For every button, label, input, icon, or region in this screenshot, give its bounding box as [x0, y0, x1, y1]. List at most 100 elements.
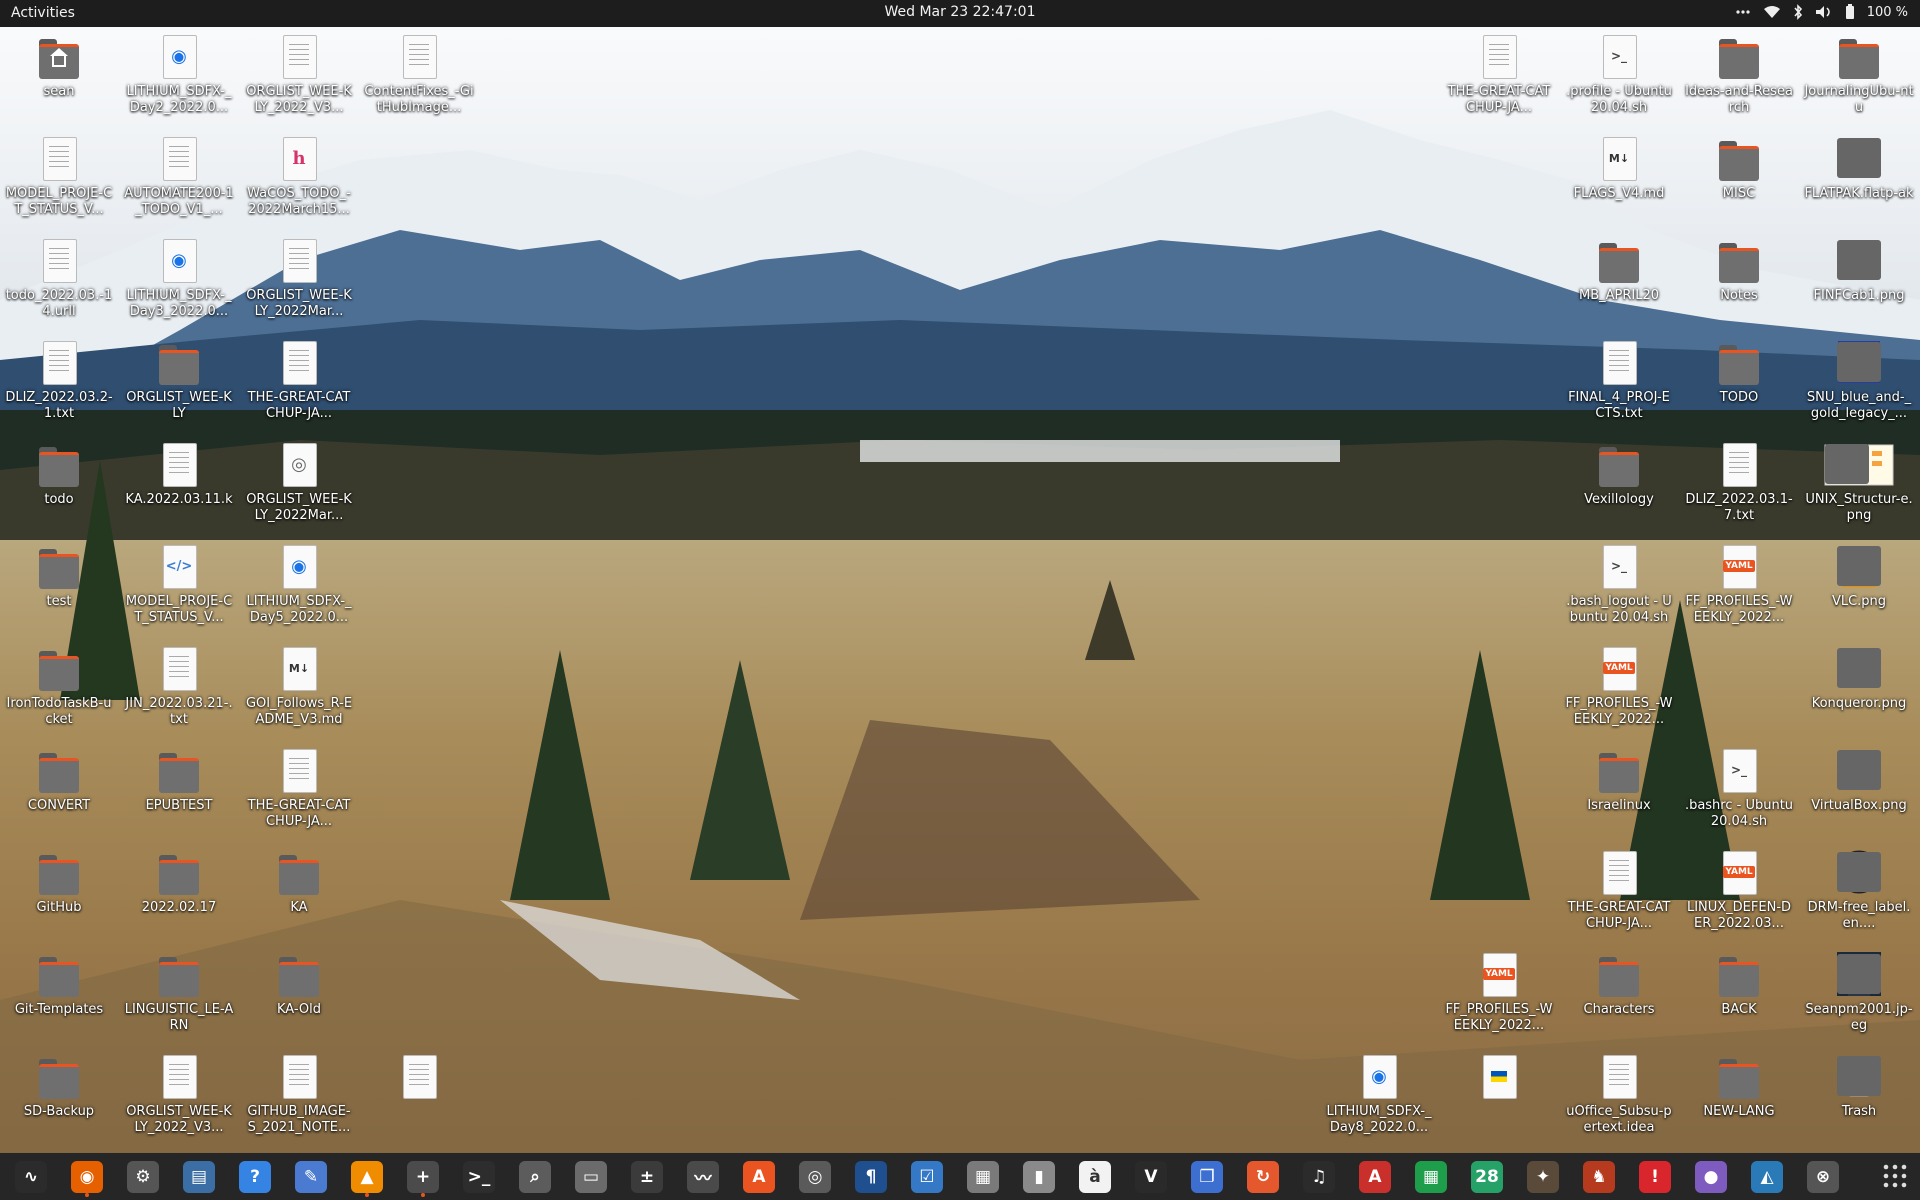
dock-app-file-manager-add[interactable]: + [400, 1157, 446, 1197]
desktop-item[interactable]: UNIX_Structur-e.png [1802, 441, 1916, 524]
desktop-item[interactable]: THE-GREAT-CATCHUP-JA... [242, 747, 356, 830]
dock-app-updater[interactable]: ↻ [1240, 1157, 1286, 1197]
desktop-item[interactable]: THE-GREAT-CATCHUP-JA... [242, 339, 356, 422]
desktop-item[interactable]: YAML LINUX_DEFEN-DER_2022.03... [1682, 849, 1796, 932]
desktop-item[interactable]: todo_2022.03.-14.urll [2, 237, 116, 320]
dock-app-system-monitor[interactable]: ∿ [8, 1157, 54, 1197]
desktop-item[interactable]: TODO [1682, 339, 1796, 406]
dock-app-terminal[interactable]: >_ [456, 1157, 502, 1197]
desktop-item[interactable]: </> MODEL_PROJE-CT_STATUS_V... [122, 543, 236, 626]
dock-app-calendar[interactable]: 28 [1464, 1157, 1510, 1197]
dock-app-spreadsheet[interactable]: ▦ [1408, 1157, 1454, 1197]
dock-app-vlc[interactable]: ▲ [344, 1157, 390, 1197]
desktop-item[interactable]: sean [2, 33, 116, 100]
dock-app-vim[interactable]: V [1128, 1157, 1174, 1197]
desktop-item[interactable]: JournalingUbu-ntu [1802, 33, 1916, 116]
dock-app-text-editor[interactable]: ✎ [288, 1157, 334, 1197]
desktop-item[interactable] [362, 1053, 476, 1104]
desktop-item[interactable]: ContentFixes_-GitHubImage... [362, 33, 476, 116]
bluetooth-icon[interactable] [1793, 4, 1803, 20]
desktop-item[interactable]: Git-Templates [2, 951, 116, 1018]
desktop-item[interactable]: YAML FF_PROFILES_-WEEKLY_2022... [1682, 543, 1796, 626]
desktop-item[interactable] [1442, 1053, 1556, 1104]
desktop-item[interactable]: FLATPAK.flatp-ak [1802, 135, 1916, 202]
desktop-item[interactable]: ♻ Trash [1802, 1053, 1916, 1120]
desktop-item[interactable]: Konqueror.png [1802, 645, 1916, 712]
desktop-item[interactable]: ◎ ORGLIST_WEE-KLY_2022Mar... [242, 441, 356, 524]
desktop-item[interactable]: KA-Old [242, 951, 356, 1018]
desktop-item[interactable]: >_ .bash_logout - Ubuntu 20.04.sh [1562, 543, 1676, 626]
desktop-item[interactable]: >_ .profile - Ubuntu 20.04.sh [1562, 33, 1676, 116]
desktop-item[interactable]: Israelinux [1562, 747, 1676, 814]
desktop-item[interactable]: ORGLIST_WEE-KLY_2022Mar... [242, 237, 356, 320]
system-tray[interactable]: 100 % [1735, 4, 1908, 20]
desktop-item[interactable]: GITHUB_IMAGE-S_2021_NOTE... [242, 1053, 356, 1136]
dock-app-game[interactable]: ♞ [1576, 1157, 1622, 1197]
desktop-item[interactable]: KA [242, 849, 356, 916]
desktop-item[interactable]: DRM FREE DRM-free_label.en.... [1802, 849, 1916, 932]
dock-app-calculator[interactable]: ± [624, 1157, 670, 1197]
desktop-item[interactable]: THE-GREAT-CATCHUP-JA... [1442, 33, 1556, 116]
dock-app-archive[interactable]: ▮ [1016, 1157, 1062, 1197]
desktop-item[interactable]: test [2, 543, 116, 610]
volume-icon[interactable] [1815, 5, 1833, 19]
desktop-item[interactable]: ORGLIST_WEE-KLY [122, 339, 236, 422]
dock-app-image-viewer[interactable]: ⌕ [512, 1157, 558, 1197]
dock-app-pdf-viewer[interactable]: A [1352, 1157, 1398, 1197]
desktop-item[interactable]: AUTOMATE200-1_TODO_V1_... [122, 135, 236, 218]
desktop-item[interactable]: THE-GREAT-CATCHUP-JA... [1562, 849, 1676, 932]
desktop-item[interactable]: YAML FF_PROFILES_-WEEKLY_2022... [1442, 951, 1556, 1034]
desktop-item[interactable]: KA.2022.03.11.k [122, 441, 236, 508]
dock-app-settings[interactable]: ⚙ [120, 1157, 166, 1197]
desktop-item[interactable]: EPUBTEST [122, 747, 236, 814]
desktop-item[interactable]: IronTodoTaskB-ucket [2, 645, 116, 728]
battery-icon[interactable] [1845, 4, 1855, 20]
dock-app-chart-app[interactable]: ◭ [1744, 1157, 1790, 1197]
dock-app-gimp[interactable]: ✦ [1520, 1157, 1566, 1197]
desktop-item[interactable]: JIN_2022.03.21-.txt [122, 645, 236, 728]
desktop-item[interactable]: LINGUISTIC_LE-ARN [122, 951, 236, 1034]
dock-app-system-graph[interactable]: 〰 [680, 1157, 726, 1197]
dock-app-firefox[interactable]: ◉ [64, 1157, 110, 1197]
dock-app-disk-tool[interactable]: ◎ [792, 1157, 838, 1197]
dock-app-media[interactable]: ● [1688, 1157, 1734, 1197]
desktop-item[interactable]: ◉ LITHIUM_SDFX-_Day8_2022.0... [1322, 1053, 1436, 1136]
activities-button[interactable]: Activities [11, 5, 75, 21]
dock-app-software[interactable]: A [736, 1157, 782, 1197]
desktop-item[interactable]: VB VirtualBox.png [1802, 747, 1916, 814]
desktop-item[interactable]: 2022.02.17 [122, 849, 236, 916]
desktop-item[interactable]: SNU SNU_blue_and-_gold_legacy_... [1802, 339, 1916, 422]
desktop-item[interactable]: Notes [1682, 237, 1796, 304]
desktop-item[interactable]: Vexillology [1562, 441, 1676, 508]
dock-app-reader[interactable]: ¶ [848, 1157, 894, 1197]
desktop-item[interactable]: Ideas-and-Research [1682, 33, 1796, 116]
desktop-item[interactable]: Characters [1562, 951, 1676, 1018]
desktop-item[interactable]: SD-Backup [2, 1053, 116, 1120]
desktop-item[interactable]: uOffice_Subsu-pertext.idea [1562, 1053, 1676, 1136]
desktop-item[interactable]: MODEL_PROJE-CT_STATUS_V... [2, 135, 116, 218]
dock-app-clipboard[interactable]: ▦ [960, 1157, 1006, 1197]
dock-app-help[interactable]: ? [232, 1157, 278, 1197]
desktop-item[interactable]: M↓ FLAGS_V4.md [1562, 135, 1676, 202]
desktop-item[interactable]: ◉ LITHIUM_SDFX-_Day3_2022.0... [122, 237, 236, 320]
desktop-item[interactable]: ORGLIST_WEE-KLY_2022_V3... [242, 33, 356, 116]
dock-app-workspaces[interactable]: ❐ [1184, 1157, 1230, 1197]
dock-app-music[interactable]: ♫ [1296, 1157, 1342, 1197]
desktop-item[interactable]: FINAL_4_PROJ-ECTS.txt [1562, 339, 1676, 422]
desktop-item[interactable]: NEW-LANG [1682, 1053, 1796, 1120]
desktop-item[interactable]: YAML FF_PROFILES_-WEEKLY_2022... [1562, 645, 1676, 728]
desktop-item[interactable]: DLIZ_2022.03.1-7.txt [1682, 441, 1796, 524]
desktop-item[interactable]: VLC.png [1802, 543, 1916, 610]
desktop-item[interactable]: >_ .bashrc - Ubuntu 20.04.sh [1682, 747, 1796, 830]
desktop-item[interactable]: ◉ LITHIUM_SDFX-_Day5_2022.0... [242, 543, 356, 626]
dock-app-tasks[interactable]: ☑ [904, 1157, 950, 1197]
desktop-item[interactable]: MISC [1682, 135, 1796, 202]
desktop-item[interactable]: FINFCab1.png [1802, 237, 1916, 304]
wifi-icon[interactable] [1763, 5, 1781, 19]
desktop-item[interactable]: ◉ LITHIUM_SDFX-_Day2_2022.0... [122, 33, 236, 116]
show-apps-icon[interactable] [1880, 1161, 1910, 1191]
dock-app-drm-tool[interactable]: ⊗ [1800, 1157, 1846, 1197]
desktop-item[interactable]: BACK [1682, 951, 1796, 1018]
desktop-item[interactable]: ORGLIST_WEE-KLY_2022_V3... [122, 1053, 236, 1136]
desktop-item[interactable]: MB_APRIL20 [1562, 237, 1676, 304]
